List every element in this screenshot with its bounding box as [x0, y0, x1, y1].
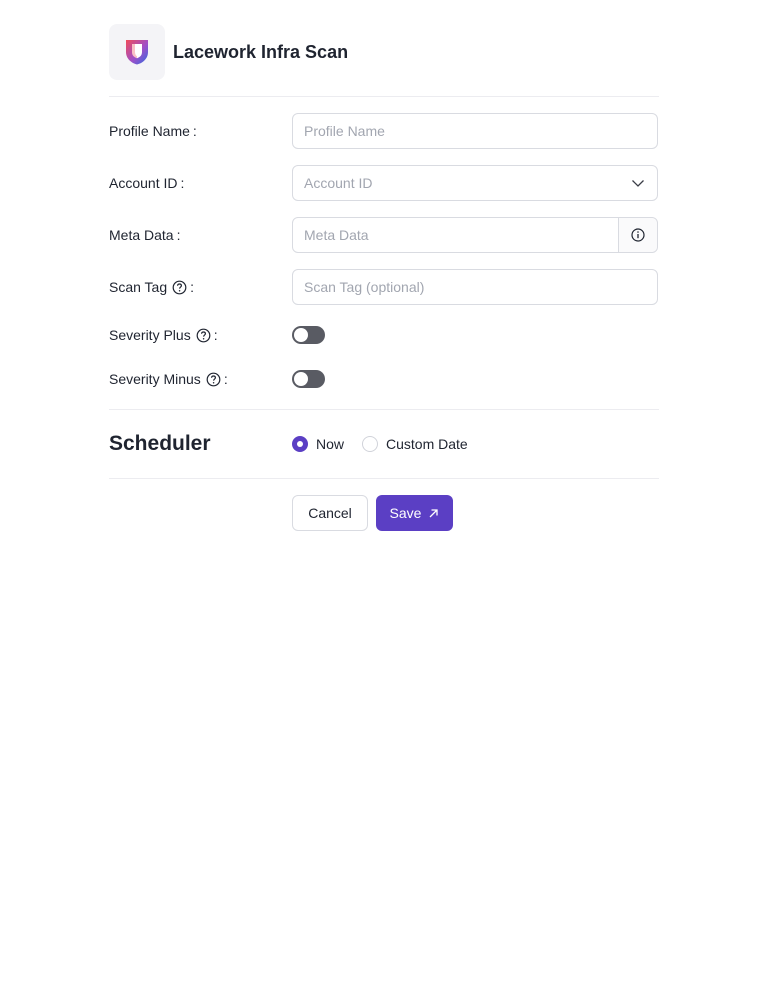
header: Lacework Infra Scan	[109, 24, 659, 97]
meta-data-field	[292, 217, 658, 253]
profile-name-row: Profile Name:	[109, 113, 659, 149]
radio-now-indicator	[292, 436, 308, 452]
colon: :	[192, 123, 197, 139]
logo	[109, 24, 165, 80]
profile-form: Profile Name: Account ID: Account ID Met…	[109, 97, 659, 393]
save-button-label: Save	[389, 505, 422, 521]
severity-plus-label: Severity Plus :	[109, 327, 292, 343]
scheduler-section: Scheduler Now Custom Date	[109, 409, 659, 479]
save-button[interactable]: Save	[376, 495, 453, 531]
colon: :	[213, 327, 218, 343]
question-circle-icon[interactable]	[172, 280, 187, 295]
app-title: Lacework Infra Scan	[173, 41, 349, 62]
toggle-knob	[294, 328, 308, 342]
question-circle-icon[interactable]	[206, 372, 221, 387]
profile-name-label: Profile Name:	[109, 123, 292, 139]
colon: :	[180, 175, 185, 191]
form-actions: Cancel Save	[109, 495, 659, 531]
colon: :	[176, 227, 181, 243]
radio-custom-date[interactable]: Custom Date	[362, 436, 468, 452]
colon: :	[223, 371, 228, 387]
scan-tag-field	[292, 269, 658, 305]
profile-name-label-text: Profile Name	[109, 123, 190, 139]
profile-name-field	[292, 113, 658, 149]
radio-custom-date-indicator	[362, 436, 379, 452]
arrow-up-right-icon	[428, 508, 439, 519]
cancel-button[interactable]: Cancel	[292, 495, 368, 531]
meta-data-label: Meta Data:	[109, 227, 292, 243]
toggle-knob	[294, 372, 308, 386]
profile-name-input[interactable]	[293, 114, 657, 148]
meta-data-info-button[interactable]	[618, 218, 657, 252]
scan-tag-row: Scan Tag :	[109, 269, 659, 305]
radio-now[interactable]: Now	[292, 436, 344, 452]
account-id-row: Account ID: Account ID	[109, 165, 659, 201]
colon: :	[190, 279, 195, 295]
severity-plus-toggle[interactable]	[292, 326, 325, 344]
scan-profile-form-page: Lacework Infra Scan Profile Name: Accoun…	[109, 24, 659, 531]
meta-data-row: Meta Data:	[109, 217, 659, 253]
account-id-label: Account ID:	[109, 175, 292, 191]
severity-plus-row: Severity Plus :	[109, 321, 659, 349]
question-circle-icon[interactable]	[196, 328, 211, 343]
scheduler-title: Scheduler	[109, 432, 211, 455]
severity-minus-toggle[interactable]	[292, 370, 325, 388]
radio-custom-date-label: Custom Date	[386, 436, 468, 452]
account-id-select[interactable]: Account ID	[292, 165, 658, 201]
severity-plus-label-text: Severity Plus	[109, 327, 191, 343]
scan-tag-label-text: Scan Tag	[109, 279, 168, 295]
meta-data-input[interactable]	[293, 218, 619, 252]
account-id-placeholder: Account ID	[304, 175, 373, 191]
info-icon	[631, 228, 645, 242]
chevron-down-icon	[631, 176, 645, 190]
shield-logo-icon	[126, 40, 148, 65]
radio-now-label: Now	[316, 436, 345, 452]
severity-minus-label: Severity Minus :	[109, 371, 292, 387]
severity-minus-label-text: Severity Minus	[109, 371, 201, 387]
scan-tag-label: Scan Tag :	[109, 279, 292, 295]
scheduler-radio-group: Now Custom Date	[292, 436, 486, 452]
scan-tag-input[interactable]	[293, 270, 657, 304]
severity-minus-row: Severity Minus :	[109, 365, 659, 393]
meta-data-label-text: Meta Data	[109, 227, 174, 243]
account-id-label-text: Account ID	[109, 175, 178, 191]
